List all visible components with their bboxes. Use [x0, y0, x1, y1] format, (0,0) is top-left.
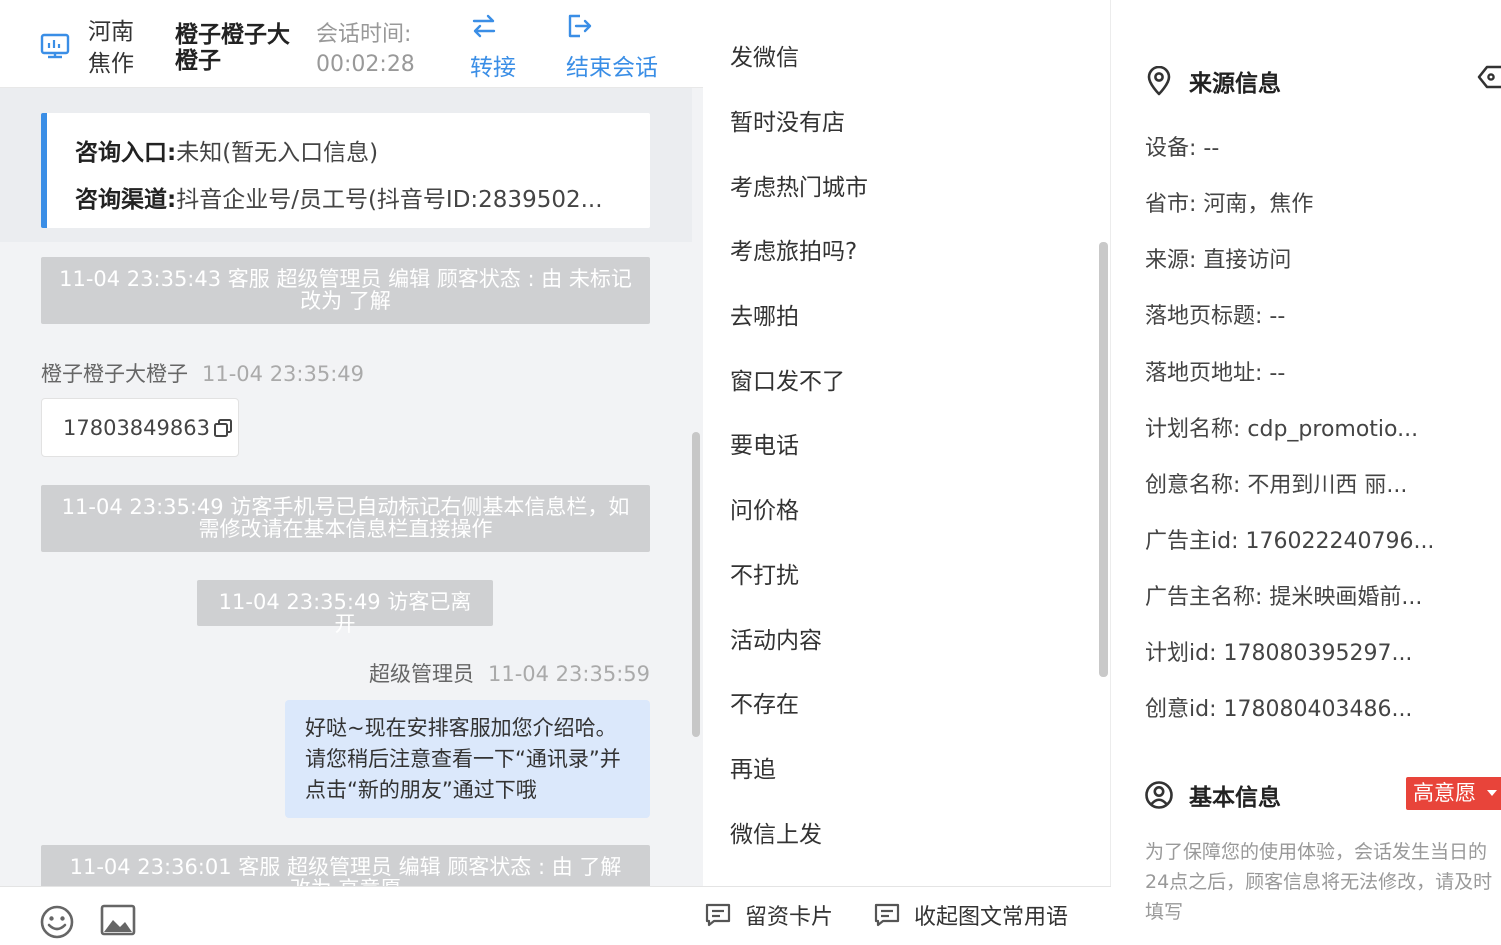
- agent-message-bubble: 好哒~现在安排客服加您介绍哈。请您稍后注意查看一下“通讯录”并点击“新的朋友”通…: [285, 700, 650, 818]
- caret-down-icon: [1487, 790, 1497, 796]
- message-icon: [705, 903, 731, 927]
- session-time-value: 00:02:28: [316, 52, 415, 77]
- source-info-row: 设备: --: [1145, 136, 1220, 161]
- channel-key: 咨询渠道:: [75, 187, 177, 213]
- source-info-row: 创意名称: 不用到川西 丽...: [1145, 473, 1408, 498]
- quick-reply-item[interactable]: 微信上发: [730, 799, 868, 864]
- system-message: 11-04 23:35:49 访客手机号已自动标记右侧基本信息栏，如需修改请在基…: [41, 485, 650, 552]
- lead-card-label: 留资卡片: [745, 905, 834, 930]
- end-session-button[interactable]: 结束会话: [566, 12, 658, 82]
- system-message: 11-04 23:35:43 客服 超级管理员 编辑 顾客状态 : 由 未标记 …: [41, 257, 650, 324]
- quick-reply-item[interactable]: 暂时没有店: [730, 88, 868, 153]
- message-time: 11-04 23:35:49: [202, 362, 365, 386]
- visitor-name: 橙子橙子大橙子: [175, 22, 290, 74]
- chat-header: 河南焦作 橙子橙子大橙子 会话时间: 00:02:28 转接 结束会话: [0, 0, 703, 88]
- entry-info-area: 咨询入口:未知(暂无入口信息) 咨询渠道:抖音企业号/员工号(抖音号ID:283…: [0, 88, 692, 242]
- visitor-info-panel: 来源信息 设备: -- 省市: 河南，焦作 来源: 直接访问 落地页标题: --…: [1111, 0, 1501, 945]
- basic-info-heading: 基本信息: [1145, 778, 1281, 812]
- lead-card-button[interactable]: 留资卡片: [705, 899, 833, 931]
- source-info-row: 创意id: 178080403486...: [1145, 697, 1413, 722]
- quick-reply-list: 发微信 暂时没有店 考虑热门城市 考虑旅拍吗? 去哪拍 窗口发不了 要电话 问价…: [730, 23, 868, 864]
- message-time: 11-04 23:35:59: [487, 662, 650, 686]
- source-info-row: 省市: 河南，焦作: [1145, 192, 1314, 217]
- message-icon: [874, 903, 900, 927]
- transfer-icon: [472, 14, 496, 38]
- quick-reply-item[interactable]: 考虑旅拍吗?: [730, 217, 868, 282]
- source-info-row: 落地页地址: --: [1145, 361, 1286, 386]
- phone-number: 17803849863: [63, 415, 210, 440]
- sender-name: 超级管理员: [368, 662, 474, 686]
- entry-info-card: 咨询入口:未知(暂无入口信息) 咨询渠道:抖音企业号/员工号(抖音号ID:283…: [41, 113, 650, 228]
- entry-key: 咨询入口:: [75, 140, 177, 166]
- emoji-icon[interactable]: [39, 904, 75, 940]
- basic-info-title: 基本信息: [1189, 785, 1281, 811]
- source-info-title: 来源信息: [1189, 71, 1281, 97]
- chat-input-toolbar: [0, 886, 703, 945]
- quick-reply-item[interactable]: 问价格: [730, 476, 868, 541]
- quick-reply-panel: 发微信 暂时没有店 考虑热门城市 考虑旅拍吗? 去哪拍 窗口发不了 要电话 问价…: [703, 0, 1111, 945]
- source-info-row: 落地页标题: --: [1145, 304, 1286, 329]
- end-session-label: 结束会话: [566, 55, 658, 81]
- source-info-row: 来源: 直接访问: [1145, 248, 1292, 273]
- quick-reply-item[interactable]: 考虑热门城市: [730, 152, 868, 217]
- source-info-row: 广告主名称: 提米映画婚前...: [1145, 585, 1423, 610]
- quick-reply-item[interactable]: 窗口发不了: [730, 346, 868, 411]
- monitor-icon: [40, 33, 70, 59]
- intent-status-label: 高意愿: [1413, 781, 1476, 805]
- transfer-button[interactable]: 转接: [470, 12, 516, 82]
- quick-reply-item[interactable]: 发微信: [730, 23, 868, 88]
- channel-value: 抖音企业号/员工号(抖音号ID:2839502...: [176, 187, 603, 213]
- quick-reply-item[interactable]: 要电话: [730, 411, 868, 476]
- visitor-message-meta: 橙子橙子大橙子 11-04 23:35:49: [41, 358, 364, 388]
- entry-value: 未知(暂无入口信息): [176, 140, 379, 166]
- sender-name: 橙子橙子大橙子: [41, 362, 188, 386]
- image-icon[interactable]: [100, 902, 136, 938]
- chat-workspace: 河南焦作 橙子橙子大橙子 会话时间: 00:02:28 转接 结束会话 咨询入口…: [0, 0, 1501, 945]
- entry-row: 咨询入口:未知(暂无入口信息): [75, 133, 635, 167]
- intent-status-dropdown[interactable]: 高意愿: [1406, 777, 1501, 810]
- quick-reply-item[interactable]: 再追: [730, 735, 868, 800]
- copy-icon[interactable]: [212, 417, 234, 439]
- tag-icon[interactable]: [1477, 64, 1501, 90]
- system-message: 11-04 23:35:49 访客已离开: [197, 580, 493, 635]
- session-time-label: 会话时间:: [316, 22, 412, 47]
- transfer-label: 转接: [470, 55, 516, 81]
- logout-icon: [568, 14, 592, 38]
- visitor-location: 河南焦作: [88, 19, 134, 77]
- user-circle-icon: [1145, 781, 1173, 809]
- edit-deadline-notice: 为了保障您的使用体验，会话发生当日的24点之后，顾客信息将无法修改，请及时填写: [1145, 841, 1493, 923]
- collapse-phrases-button[interactable]: 收起图文常用语: [874, 899, 1068, 931]
- source-info-row: 计划名称: cdp_promotio...: [1145, 417, 1419, 442]
- source-info-row: 计划id: 178080395297...: [1145, 641, 1413, 666]
- chat-scrollbar[interactable]: [692, 432, 700, 737]
- system-message: 11-04 23:36:01 客服 超级管理员 编辑 顾客状态 : 由 了解 改…: [41, 845, 650, 886]
- location-pin-icon: [1147, 66, 1171, 96]
- quick-reply-item[interactable]: 不打扰: [730, 541, 868, 606]
- quick-reply-item[interactable]: 去哪拍: [730, 282, 868, 347]
- quick-reply-item[interactable]: 不存在: [730, 670, 868, 735]
- chat-message-list[interactable]: 咨询入口:未知(暂无入口信息) 咨询渠道:抖音企业号/员工号(抖音号ID:283…: [0, 88, 692, 886]
- source-info-row: 广告主id: 176022240796...: [1145, 529, 1435, 554]
- source-info-heading: 来源信息: [1145, 64, 1281, 98]
- quick-reply-item[interactable]: 活动内容: [730, 605, 868, 670]
- quick-reply-scrollbar[interactable]: [1099, 242, 1108, 677]
- agent-message-meta: 超级管理员 11-04 23:35:59: [369, 658, 650, 688]
- channel-row: 咨询渠道:抖音企业号/员工号(抖音号ID:2839502...: [75, 180, 635, 214]
- collapse-phrases-label: 收起图文常用语: [914, 905, 1069, 930]
- visitor-message-bubble: 17803849863: [41, 398, 239, 457]
- chat-panel: 河南焦作 橙子橙子大橙子 会话时间: 00:02:28 转接 结束会话 咨询入口…: [0, 0, 703, 945]
- quick-reply-toolbar: 留资卡片 收起图文常用语: [703, 886, 1111, 945]
